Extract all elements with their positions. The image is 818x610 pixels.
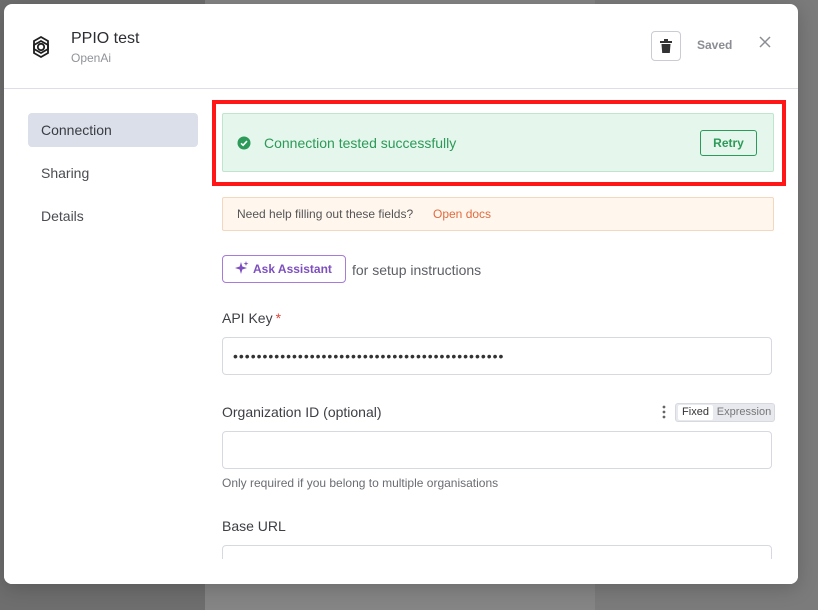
base-url-label: Base URL	[222, 518, 286, 534]
sidebar-item-details[interactable]: Details	[28, 199, 198, 233]
fixed-expression-toggle[interactable]: Fixed Expression	[675, 403, 775, 422]
bottom-padding	[4, 559, 798, 584]
api-key-label-text: API Key	[222, 310, 273, 326]
sidebar-item-sharing[interactable]: Sharing	[28, 156, 198, 190]
open-docs-link[interactable]: Open docs	[433, 207, 491, 221]
close-button[interactable]	[756, 33, 774, 51]
highlight-box	[212, 100, 786, 186]
sidebar-item-label: Connection	[41, 122, 112, 138]
credential-modal: PPIO test OpenAi Saved Connection Sharin…	[4, 4, 798, 584]
toggle-fixed[interactable]: Fixed	[678, 405, 713, 420]
api-key-input[interactable]: ••••••••••••••••••••••••••••••••••••••••…	[222, 337, 772, 375]
delete-button[interactable]	[651, 31, 681, 61]
ask-assistant-button[interactable]: Ask Assistant	[222, 255, 346, 283]
modal-subtitle: OpenAi	[71, 51, 112, 65]
organization-id-input[interactable]	[222, 431, 772, 469]
toggle-expression[interactable]: Expression	[716, 405, 772, 420]
docs-help-text: Need help filling out these fields?	[237, 207, 414, 221]
sidebar-item-label: Details	[41, 208, 84, 224]
modal-title: PPIO test	[71, 30, 140, 47]
setup-instructions-text: for setup instructions	[352, 262, 482, 278]
openai-logo-icon	[33, 35, 49, 59]
more-options-icon[interactable]	[661, 405, 667, 419]
organization-id-label: Organization ID (optional)	[222, 404, 382, 420]
trash-icon	[660, 39, 672, 53]
ask-assistant-label: Ask Assistant	[253, 262, 332, 276]
required-mark: *	[275, 310, 282, 326]
organization-id-hint: Only required if you belong to multiple …	[222, 476, 499, 490]
sidebar-item-connection[interactable]: Connection	[28, 113, 198, 147]
docs-callout: Need help filling out these fields? Open…	[222, 197, 774, 231]
saved-status: Saved	[697, 38, 733, 52]
close-icon	[759, 36, 771, 48]
sparkle-icon	[235, 261, 249, 274]
sidebar-item-label: Sharing	[41, 165, 90, 181]
api-key-label: API Key *	[222, 310, 281, 326]
modal-header: PPIO test OpenAi Saved	[4, 4, 798, 89]
